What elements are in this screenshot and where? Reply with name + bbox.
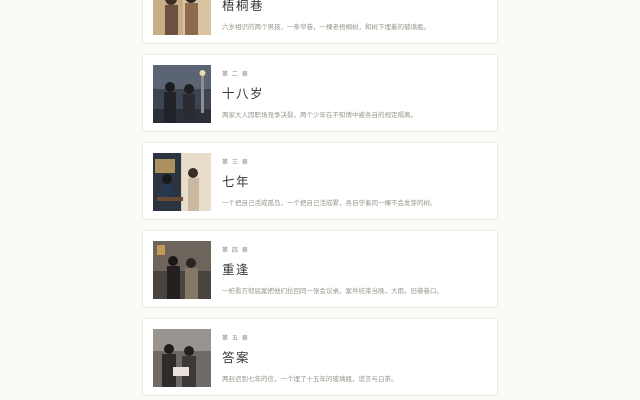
chapter-description: 六岁相识的两个男孩，一条窄巷，一棵老梧桐树，和树下埋着的玻璃瓶。 — [222, 23, 430, 31]
chapter-card-2[interactable]: 第 二 章 十八岁 两家大人因职场竞争决裂，两个少年在不知情中被各自的规定隔离。 — [142, 54, 498, 132]
chapter-description: 两家大人因职场竞争决裂，两个少年在不知情中被各自的规定隔离。 — [222, 111, 417, 119]
chapter-card-5[interactable]: 第 五 章 答案 两封迟到七年的信，一个埋了十五年的玻璃瓶，谎言与白茶。 — [142, 318, 498, 396]
chapter-number: 第 五 章 — [222, 335, 249, 342]
chapter-card-1[interactable]: 梧桐巷 六岁相识的两个男孩，一条窄巷，一棵老梧桐树，和树下埋着的玻璃瓶。 — [142, 0, 498, 44]
chapter-number: 第 三 章 — [222, 159, 249, 166]
chapter-title[interactable]: 七年 — [222, 171, 250, 190]
chapter-title[interactable]: 重逢 — [222, 259, 250, 278]
chapter-thumbnail — [153, 153, 211, 211]
chapter-title[interactable]: 十八岁 — [222, 83, 264, 102]
chapter-number: 第 二 章 — [222, 71, 249, 78]
chapter-thumbnail — [153, 329, 211, 387]
chapter-card-3[interactable]: 第 三 章 七年 一个把自己活成孤岛，一个把自己活成雾，各自守着同一棵不会发芽的… — [142, 142, 498, 220]
chapter-thumbnail — [153, 0, 211, 35]
chapter-description: 一桩看方彻底案把他们拉回同一张会议桌。案件结束当晚，大雨，旧巷巷口。 — [222, 287, 443, 295]
chapter-number: 第 四 章 — [222, 247, 249, 254]
chapter-description: 一个把自己活成孤岛，一个把自己活成雾，各自守着同一棵不会发芽的树。 — [222, 199, 437, 207]
chapter-title[interactable]: 梧桐巷 — [222, 0, 264, 14]
chapter-list-page: 梧桐巷 六岁相识的两个男孩，一条窄巷，一棵老梧桐树，和树下埋着的玻璃瓶。 第 二… — [0, 0, 640, 400]
chapter-card-list: 梧桐巷 六岁相识的两个男孩，一条窄巷，一棵老梧桐树，和树下埋着的玻璃瓶。 第 二… — [142, 0, 498, 400]
chapter-description: 两封迟到七年的信，一个埋了十五年的玻璃瓶，谎言与白茶。 — [222, 375, 398, 383]
chapter-thumbnail — [153, 241, 211, 299]
chapter-card-4[interactable]: 第 四 章 重逢 一桩看方彻底案把他们拉回同一张会议桌。案件结束当晚，大雨，旧巷… — [142, 230, 498, 308]
chapter-title[interactable]: 答案 — [222, 347, 250, 366]
chapter-thumbnail — [153, 65, 211, 123]
